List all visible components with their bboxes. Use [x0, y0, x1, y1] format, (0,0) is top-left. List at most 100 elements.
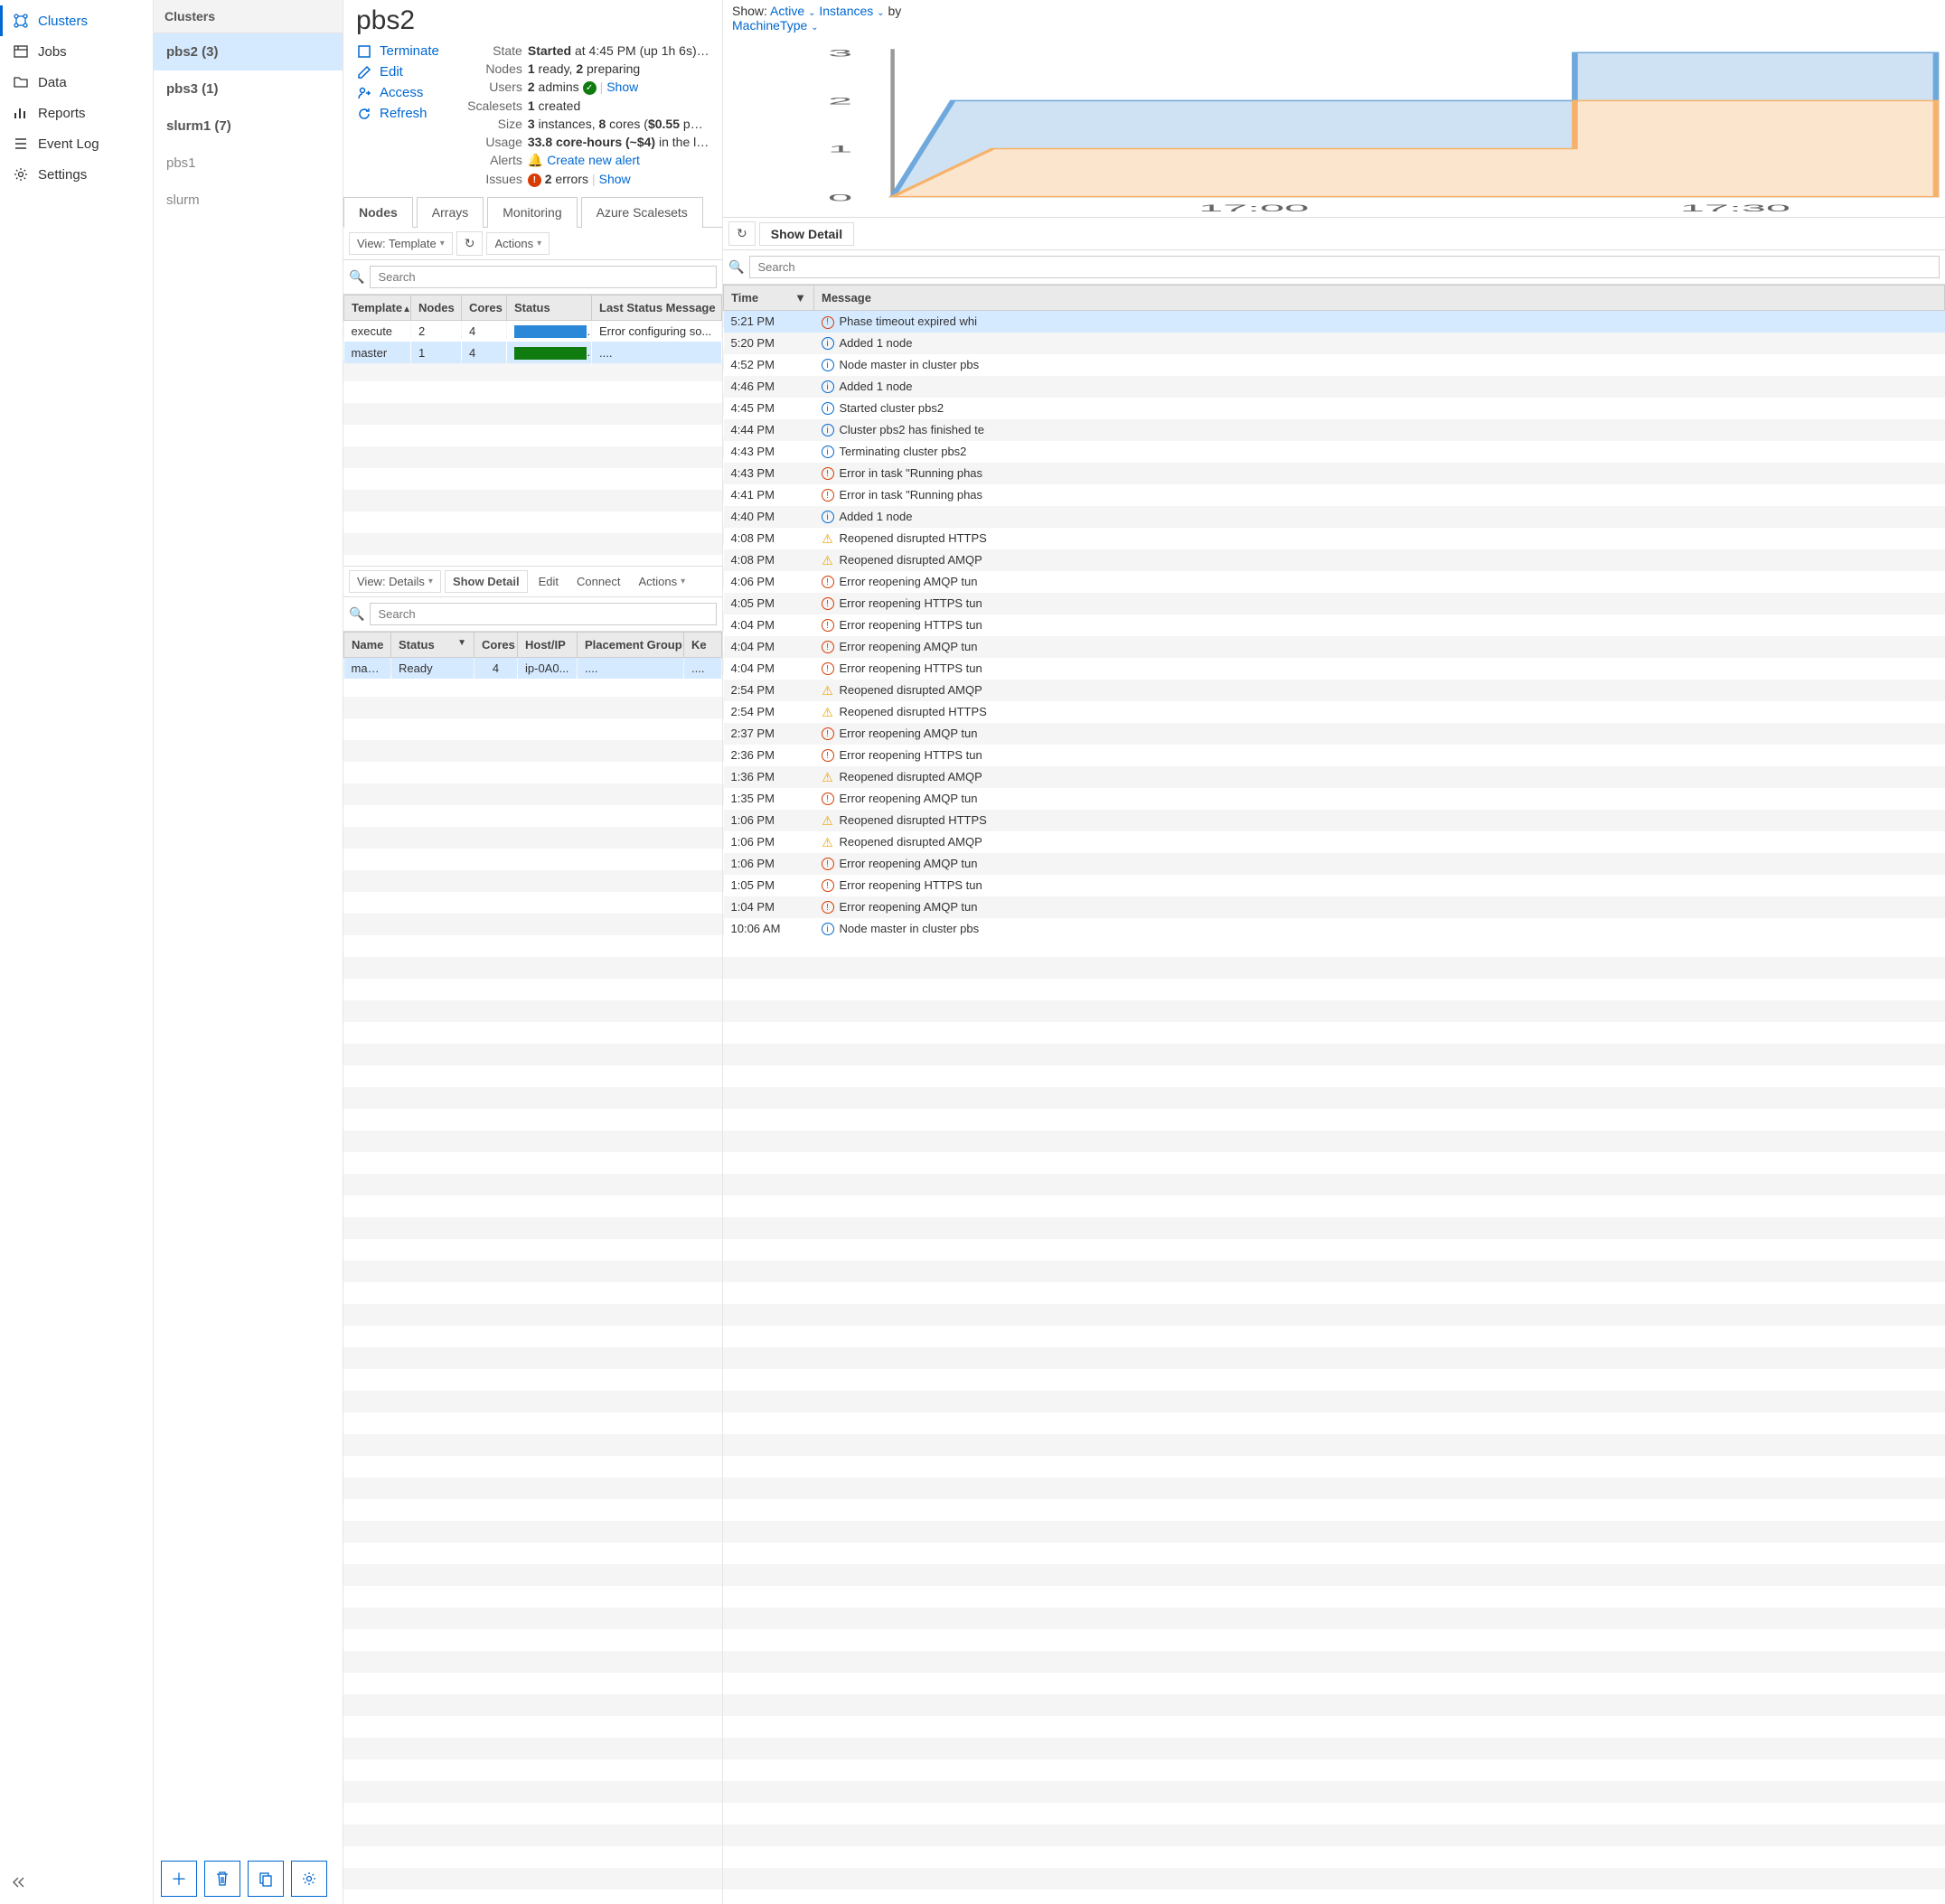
event-row[interactable]: 1:06 PM!Error reopening AMQP tun — [724, 853, 1945, 875]
show-instances-dropdown[interactable]: Instances ⌄ — [819, 4, 884, 18]
error-icon: ! — [822, 489, 834, 502]
cluster-item[interactable]: pbs3 (1) — [154, 70, 343, 108]
event-row[interactable]: 1:36 PM⚠Reopened disrupted AMQP — [724, 766, 1945, 788]
event-row[interactable]: 1:05 PM!Error reopening HTTPS tun — [724, 875, 1945, 896]
tab-monitoring[interactable]: Monitoring — [487, 197, 577, 228]
details-search-input[interactable] — [370, 603, 717, 625]
col-last-status[interactable]: Last Status Message — [592, 295, 722, 320]
details-grid[interactable]: Name Status ▼ Cores Host/IP Placement Gr… — [343, 632, 722, 1904]
add-cluster-button[interactable]: ＋ — [161, 1861, 197, 1897]
tab-azure-scalesets[interactable]: Azure Scalesets — [581, 197, 703, 228]
nav-data[interactable]: Data — [0, 67, 153, 98]
edit-node-button[interactable]: Edit — [531, 571, 566, 592]
copy-cluster-button[interactable] — [248, 1861, 284, 1897]
event-row[interactable]: 4:08 PM⚠Reopened disrupted AMQP — [724, 549, 1945, 571]
refresh-button[interactable]: Refresh — [356, 106, 439, 121]
info-icon: i — [822, 380, 834, 393]
event-row[interactable]: 4:04 PM!Error reopening AMQP tun — [724, 636, 1945, 658]
nodes-actions-dropdown[interactable]: Actions▾ — [486, 232, 550, 255]
event-row[interactable]: 10:06 AMiNode master in cluster pbs — [724, 918, 1945, 940]
terminate-button[interactable]: Terminate — [356, 43, 439, 59]
edit-button[interactable]: Edit — [356, 64, 439, 80]
event-row[interactable]: 5:21 PM!Phase timeout expired whi — [724, 311, 1945, 333]
nodes-value: 1 ready, 2 preparing — [528, 61, 640, 76]
event-row[interactable]: 2:54 PM⚠Reopened disrupted HTTPS — [724, 701, 1945, 723]
cluster-item[interactable]: slurm1 (7) — [154, 108, 343, 145]
node-actions-dropdown[interactable]: Actions▾ — [631, 571, 692, 592]
access-button[interactable]: Access — [356, 85, 439, 100]
tab-nodes[interactable]: Nodes — [343, 197, 413, 228]
event-row[interactable]: 5:20 PMiAdded 1 node — [724, 333, 1945, 354]
col-template[interactable]: Template▲ — [344, 295, 411, 320]
cluster-item[interactable]: slurm — [154, 182, 343, 219]
instance-chart: 0 1 2 3 17:00 17:30 — [723, 36, 1945, 217]
create-alert-link[interactable]: Create new alert — [547, 153, 640, 167]
table-row[interactable]: master14.... — [344, 342, 722, 363]
event-row[interactable]: 2:37 PM!Error reopening AMQP tun — [724, 723, 1945, 745]
show-detail-button[interactable]: Show Detail — [445, 570, 528, 593]
col-name[interactable]: Name — [344, 632, 391, 657]
event-row[interactable]: 4:04 PM!Error reopening HTTPS tun — [724, 658, 1945, 680]
event-row[interactable]: 1:35 PM!Error reopening AMQP tun — [724, 788, 1945, 810]
refresh-nodes-button[interactable]: ↻ — [456, 231, 484, 256]
nav-event-log[interactable]: Event Log — [0, 128, 153, 159]
delete-cluster-button[interactable] — [204, 1861, 240, 1897]
event-row[interactable]: 4:40 PMiAdded 1 node — [724, 506, 1945, 528]
event-row[interactable]: 4:43 PMiTerminating cluster pbs2 — [724, 441, 1945, 463]
event-row[interactable]: 4:43 PM!Error in task "Running phas — [724, 463, 1945, 484]
col-status[interactable]: Status ▼ — [391, 632, 475, 657]
warning-icon: ⚠ — [822, 684, 834, 697]
users-show-link[interactable]: Show — [606, 80, 638, 94]
event-row[interactable]: 4:52 PMiNode master in cluster pbs — [724, 354, 1945, 376]
error-icon: ! — [822, 858, 834, 870]
show-detail-events-button[interactable]: Show Detail — [759, 222, 854, 246]
show-machinetype-dropdown[interactable]: MachineType ⌄ — [732, 18, 819, 33]
issues-show-link[interactable]: Show — [599, 172, 631, 186]
cluster-settings-button[interactable] — [291, 1861, 327, 1897]
event-row[interactable]: 4:08 PM⚠Reopened disrupted HTTPS — [724, 528, 1945, 549]
event-row[interactable]: 4:41 PM!Error in task "Running phas — [724, 484, 1945, 506]
event-row[interactable]: 4:06 PM!Error reopening AMQP tun — [724, 571, 1945, 593]
event-row[interactable]: 1:04 PM!Error reopening AMQP tun — [724, 896, 1945, 918]
col-ke[interactable]: Ke — [684, 632, 722, 657]
tab-arrays[interactable]: Arrays — [417, 197, 484, 228]
cluster-item[interactable]: pbs2 (3) — [154, 33, 343, 70]
nav-reports[interactable]: Reports — [0, 98, 153, 128]
cluster-item[interactable]: pbs1 — [154, 145, 343, 182]
view-details-dropdown[interactable]: View: Details▾ — [349, 570, 441, 593]
event-row[interactable]: 2:54 PM⚠Reopened disrupted AMQP — [724, 680, 1945, 701]
table-row[interactable]: masterReady4ip-0A0........... — [344, 657, 722, 679]
nav-clusters[interactable]: Clusters — [0, 5, 153, 36]
error-icon: ! — [822, 727, 834, 740]
event-row[interactable]: 4:05 PM!Error reopening HTTPS tun — [724, 593, 1945, 614]
collapse-nav-button[interactable] — [0, 1863, 153, 1904]
event-row[interactable]: 1:06 PM⚠Reopened disrupted AMQP — [724, 831, 1945, 853]
nodes-search-input[interactable] — [370, 266, 717, 288]
event-row[interactable]: 4:04 PM!Error reopening HTTPS tun — [724, 614, 1945, 636]
col-time[interactable]: Time ▼ — [724, 286, 814, 311]
nodes-grid[interactable]: Template▲ Nodes Cores Status Last Status… — [343, 295, 722, 566]
col-host[interactable]: Host/IP — [518, 632, 578, 657]
col-message[interactable]: Message — [814, 286, 1945, 311]
col-status[interactable]: Status — [507, 295, 592, 320]
table-row[interactable]: execute24Error configuring so... — [344, 320, 722, 342]
svg-text:2: 2 — [828, 95, 852, 107]
event-log[interactable]: Time ▼ Message 5:21 PM!Phase timeout exp… — [723, 285, 1945, 1904]
nav-jobs[interactable]: Jobs — [0, 36, 153, 67]
col-cores[interactable]: Cores — [462, 295, 507, 320]
event-row[interactable]: 4:45 PMiStarted cluster pbs2 — [724, 398, 1945, 419]
event-row[interactable]: 4:46 PMiAdded 1 node — [724, 376, 1945, 398]
event-row[interactable]: 1:06 PM⚠Reopened disrupted HTTPS — [724, 810, 1945, 831]
show-active-dropdown[interactable]: Active ⌄ — [770, 4, 815, 18]
view-template-dropdown[interactable]: View: Template▾ — [349, 232, 453, 255]
col-cores[interactable]: Cores — [475, 632, 518, 657]
nav-settings[interactable]: Settings — [0, 159, 153, 190]
event-row[interactable]: 4:44 PMiCluster pbs2 has finished te — [724, 419, 1945, 441]
col-nodes[interactable]: Nodes — [411, 295, 462, 320]
refresh-events-button[interactable]: ↻ — [728, 221, 756, 246]
col-pg[interactable]: Placement Group — [578, 632, 684, 657]
events-search-input[interactable] — [749, 256, 1940, 278]
cluster-tabs: Nodes Arrays Monitoring Azure Scalesets — [343, 196, 722, 228]
connect-node-button[interactable]: Connect — [569, 571, 627, 592]
event-row[interactable]: 2:36 PM!Error reopening HTTPS tun — [724, 745, 1945, 766]
